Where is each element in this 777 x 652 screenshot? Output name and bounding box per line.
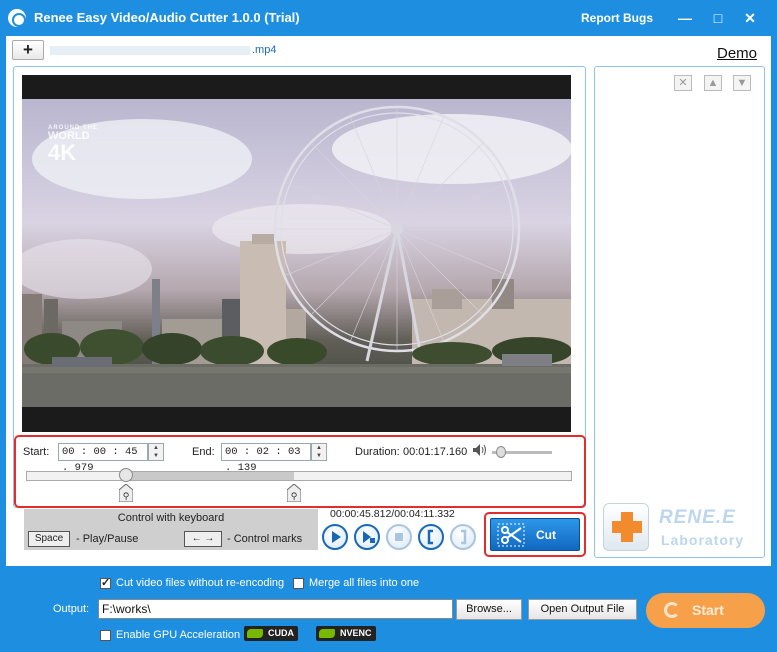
open-output-file-button[interactable]: Open Output File xyxy=(528,599,637,620)
cut-button-label: Cut xyxy=(536,528,556,542)
file-name-suffix[interactable]: .mp4 xyxy=(252,44,276,56)
scissors-icon xyxy=(497,523,525,547)
set-start-mark-button[interactable] xyxy=(418,524,444,550)
timeline-track[interactable] xyxy=(26,471,572,481)
london-eye-scene xyxy=(22,105,571,407)
volume-knob[interactable] xyxy=(496,446,506,458)
cut-range-controls: Start: 00 : 00 : 45 . 979 ▲ ▼ End: 00 : 0… xyxy=(14,435,586,508)
keyboard-hint: Control with keyboard Space - Play/Pause… xyxy=(24,509,318,550)
add-file-button[interactable]: + xyxy=(12,40,44,60)
refresh-icon xyxy=(664,602,680,618)
rene-cross-icon xyxy=(603,503,649,551)
delete-icon[interactable]: ✕ xyxy=(674,75,692,91)
cut-without-reencode-checkbox[interactable] xyxy=(100,576,111,589)
set-end-mark-button[interactable] xyxy=(450,524,476,550)
timeline-playhead[interactable] xyxy=(118,468,133,482)
start-label: Start: xyxy=(23,446,50,458)
merge-files-label: Merge all files into one xyxy=(309,577,420,589)
move-up-icon[interactable]: ▲ xyxy=(704,75,722,91)
start-time-input[interactable]: 00 : 00 : 45 . 979 xyxy=(58,443,148,474)
svg-text:⚲: ⚲ xyxy=(290,492,297,502)
duration-label: Duration: xyxy=(355,446,400,458)
start-time-spinner[interactable]: ▲ ▼ xyxy=(148,443,164,461)
keyboard-hint-title: Control with keyboard xyxy=(117,512,225,524)
cut-button[interactable]: Cut xyxy=(490,518,580,551)
arrow-keys: ← → xyxy=(184,531,222,547)
play-selection-button[interactable] xyxy=(354,524,380,550)
duration-value: 00:01:17.160 xyxy=(403,446,468,458)
title-bar: Renee Easy Video/Audio Cutter 1.0.0 (Tri… xyxy=(0,0,777,36)
end-time-spinner[interactable]: ▲ ▼ xyxy=(311,443,327,461)
merge-files-checkbox[interactable] xyxy=(293,578,304,589)
app-title: Renee Easy Video/Audio Cutter 1.0.0 (Tri… xyxy=(34,10,300,25)
rene-logo: RENE.E Laboratory xyxy=(603,503,757,551)
svg-text:⚲: ⚲ xyxy=(123,492,130,502)
stop-button[interactable] xyxy=(386,524,412,550)
browse-button[interactable]: Browse... xyxy=(456,599,522,620)
minimize-icon[interactable]: — xyxy=(675,8,695,28)
play-button[interactable] xyxy=(322,524,348,550)
volume-icon[interactable] xyxy=(473,444,487,456)
cuda-badge: CUDA xyxy=(244,626,298,641)
space-key: Space xyxy=(28,531,70,547)
timeline-selection xyxy=(126,472,294,480)
end-marker-icon[interactable]: ⚲ xyxy=(286,484,301,502)
space-action: - Play/Pause xyxy=(76,533,139,545)
stop-icon xyxy=(395,533,403,541)
video-watermark: AROUND THE WORLD 4K xyxy=(48,125,98,164)
play-selection-icon xyxy=(363,531,375,543)
output-path-input[interactable]: F:\works\ xyxy=(98,599,453,619)
video-player[interactable]: AROUND THE WORLD 4K xyxy=(22,75,571,432)
cut-highlight: Cut xyxy=(484,512,586,557)
rene-brand-name: RENE.E xyxy=(659,507,736,528)
end-label: End: xyxy=(192,446,215,458)
file-name-blurred xyxy=(50,46,250,55)
start-button-label: Start xyxy=(692,602,724,618)
nvenc-badge: NVENC xyxy=(316,626,376,641)
bottom-bar: Cut video files without re-encoding Merg… xyxy=(0,566,777,652)
maximize-icon[interactable]: □ xyxy=(708,8,728,28)
demo-link[interactable]: Demo xyxy=(717,45,757,62)
rene-brand-lab: Laboratory xyxy=(661,532,745,548)
end-time-input[interactable]: 00 : 02 : 03 . 139 xyxy=(221,443,311,474)
file-list-panel: ✕ ▲ ▼ RENE.E Laboratory xyxy=(594,66,765,558)
start-button[interactable]: Start xyxy=(646,593,765,628)
playback-position: 00:00:45.812/00:04:11.332 xyxy=(330,508,455,520)
main-area: + .mp4 Demo AROUND THE WORLD 4K Start: 0… xyxy=(6,36,771,566)
video-frame-image: AROUND THE WORLD 4K xyxy=(22,99,571,407)
play-icon xyxy=(332,531,341,543)
cut-without-reencode-label: Cut video files without re-encoding xyxy=(116,577,285,589)
arrow-action: - Control marks xyxy=(227,533,303,545)
bracket-open-icon xyxy=(427,529,433,545)
gpu-acceleration-label: Enable GPU Acceleration xyxy=(116,629,241,641)
gpu-acceleration-checkbox[interactable] xyxy=(100,630,111,641)
film-reel-icon xyxy=(8,9,26,27)
start-marker-icon[interactable]: ⚲ xyxy=(118,484,133,502)
watermark-4k-text: 4K xyxy=(48,140,77,165)
move-down-icon[interactable]: ▼ xyxy=(733,75,751,91)
bracket-close-icon xyxy=(461,529,467,545)
report-bugs-link[interactable]: Report Bugs xyxy=(581,11,653,25)
output-label: Output: xyxy=(53,603,90,615)
close-icon[interactable]: ✕ xyxy=(740,8,760,28)
